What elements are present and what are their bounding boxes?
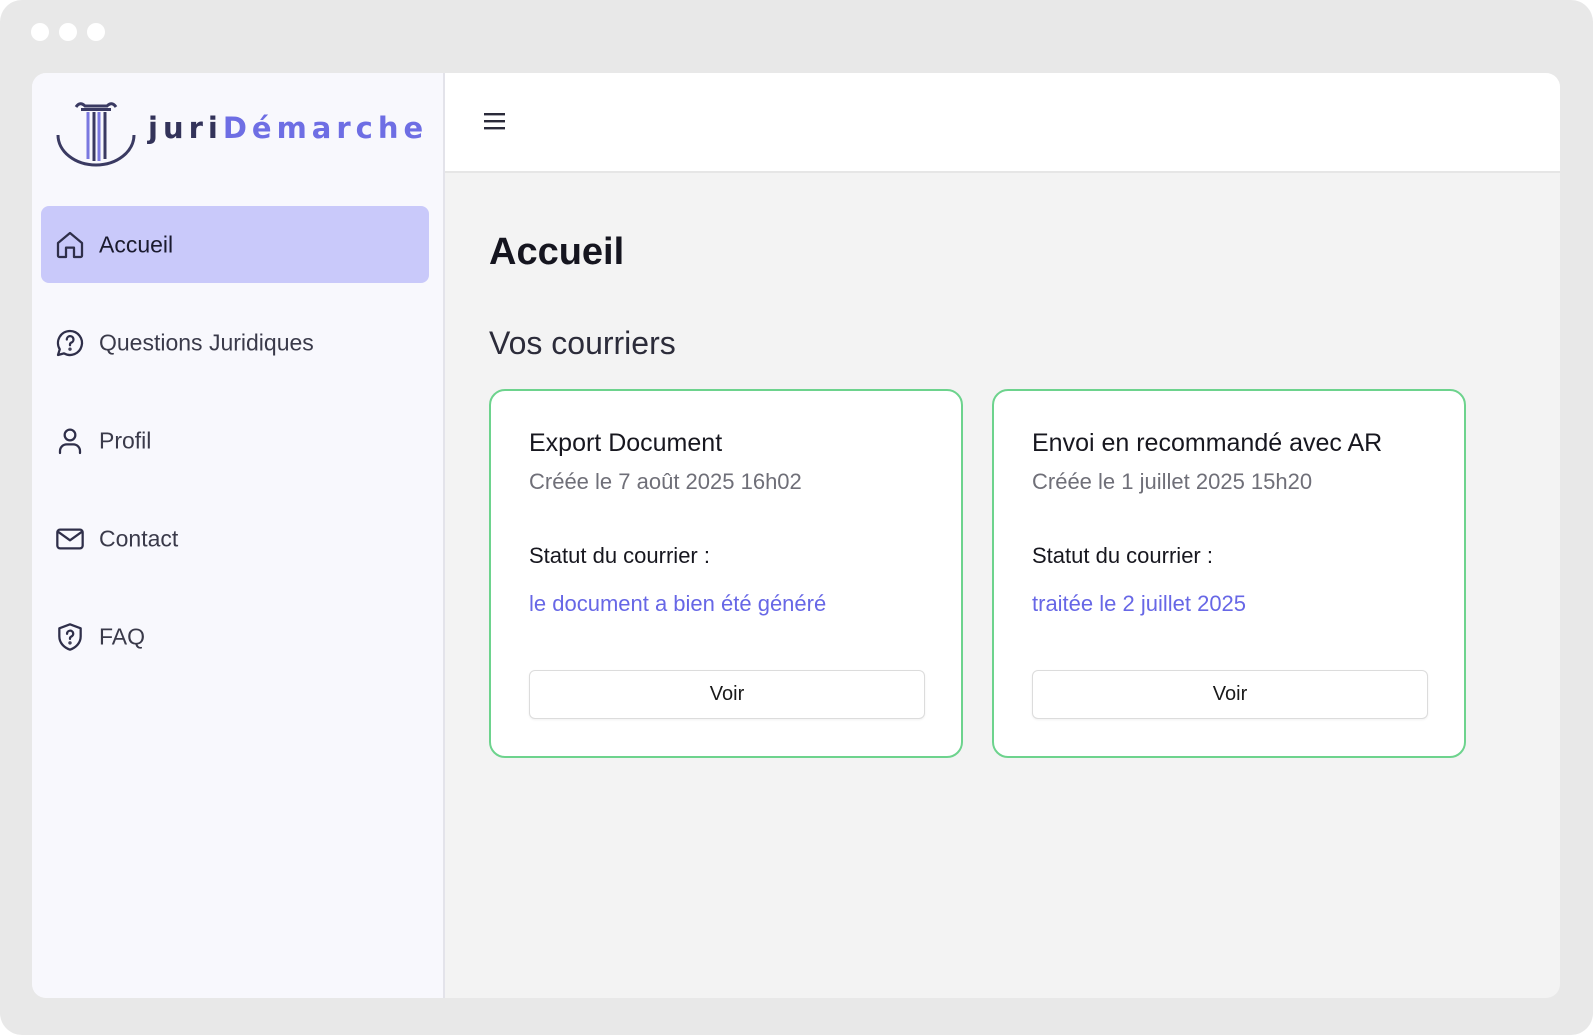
window-controls: [31, 23, 105, 41]
hamburger-menu-button[interactable]: [475, 101, 515, 141]
sidebar: juriDémarche Accueil Questions Juridique…: [32, 73, 445, 998]
sidebar-item-label: Profil: [99, 427, 152, 453]
brand-name-part2: Démarche: [222, 111, 429, 145]
card-title: Export Document: [529, 429, 723, 457]
card-date: Créée le 1 juillet 2025 15h20: [1032, 469, 1313, 494]
card-title: Envoi en recommandé avec AR: [1032, 429, 1383, 457]
courrier-card: Export Document Créée le 7 août 2025 16h…: [489, 389, 963, 758]
question-bubble-icon: [56, 329, 84, 356]
top-bar: [445, 73, 1560, 173]
sidebar-nav: Accueil Questions Juridiques Profil Cont…: [41, 206, 429, 696]
section-title: Vos courriers: [489, 325, 676, 361]
sidebar-item-contact[interactable]: Contact: [41, 500, 429, 577]
brand-name: juriDémarche: [148, 111, 428, 145]
card-status: traitée le 2 juillet 2025: [1032, 591, 1247, 616]
sidebar-item-profil[interactable]: Profil: [41, 402, 429, 479]
card-status: le document a bien été généré: [529, 591, 827, 616]
sidebar-item-label: Contact: [99, 525, 179, 551]
courrier-card: Envoi en recommandé avec AR Créée le 1 j…: [992, 389, 1466, 758]
card-date: Créée le 7 août 2025 16h02: [529, 469, 802, 494]
app-window: juriDémarche Accueil Questions Juridique…: [32, 73, 1560, 998]
card-status-label: Statut du courrier :: [1032, 543, 1213, 568]
shield-question-icon: [58, 622, 82, 651]
sidebar-item-faq[interactable]: FAQ: [41, 598, 429, 675]
card-status-label: Statut du courrier :: [529, 543, 710, 568]
brand-logo[interactable]: juriDémarche: [54, 99, 423, 169]
voir-button[interactable]: Voir: [529, 670, 925, 719]
brand-name-part1: juri: [148, 111, 223, 145]
browser-frame: juriDémarche Accueil Questions Juridique…: [0, 0, 1593, 1035]
sidebar-item-questions-juridiques[interactable]: Questions Juridiques: [41, 304, 429, 381]
mail-icon: [56, 528, 84, 549]
main-content: Accueil Vos courriers Export Document Cr…: [445, 173, 1560, 998]
window-close-dot[interactable]: [31, 23, 49, 41]
sidebar-item-label: Questions Juridiques: [99, 329, 314, 355]
home-icon: [56, 231, 84, 258]
user-icon: [58, 428, 82, 454]
sidebar-item-accueil[interactable]: Accueil: [41, 206, 429, 283]
window-minimize-dot[interactable]: [59, 23, 77, 41]
hamburger-menu-icon: [484, 113, 505, 130]
voir-button[interactable]: Voir: [1032, 670, 1428, 719]
sidebar-item-label: Accueil: [99, 231, 174, 257]
window-maximize-dot[interactable]: [87, 23, 105, 41]
sidebar-item-label: FAQ: [99, 623, 146, 649]
pillar-logo-icon: [56, 102, 136, 167]
page-title: Accueil: [489, 231, 625, 273]
